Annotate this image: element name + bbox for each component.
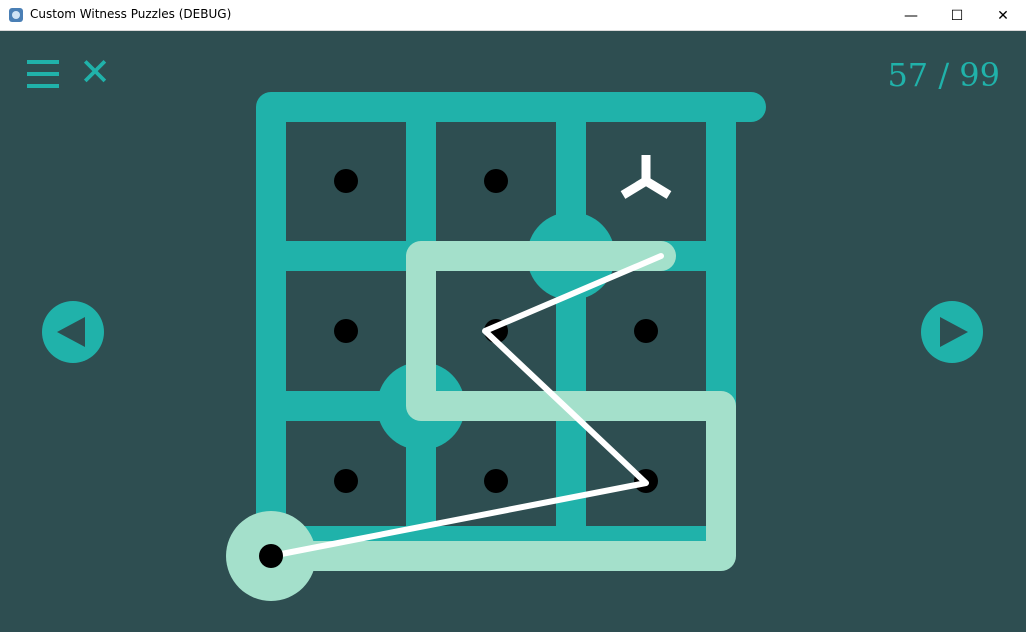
dot-cell-0-2 [334,469,358,493]
game-area: ✕ 57 / 99 [0,31,1026,632]
window-title: Custom Witness Puzzles (DEBUG) [30,7,232,21]
maximize-button[interactable]: ☐ [934,0,980,31]
dot-cell-0-0 [334,169,358,193]
minimize-button[interactable]: — [888,0,934,31]
window-close-button[interactable]: ✕ [980,0,1026,31]
dot-cell-1-2 [484,469,508,493]
y-symbol-icon [620,155,672,199]
dot-cell-1-0 [484,169,508,193]
start-dot [259,544,283,568]
puzzle-board[interactable] [0,31,1026,632]
dot-cell-2-1 [634,319,658,343]
window-titlebar: Custom Witness Puzzles (DEBUG) — ☐ ✕ [0,0,1026,31]
dot-cell-0-1 [334,319,358,343]
godot-app-icon [9,8,23,22]
